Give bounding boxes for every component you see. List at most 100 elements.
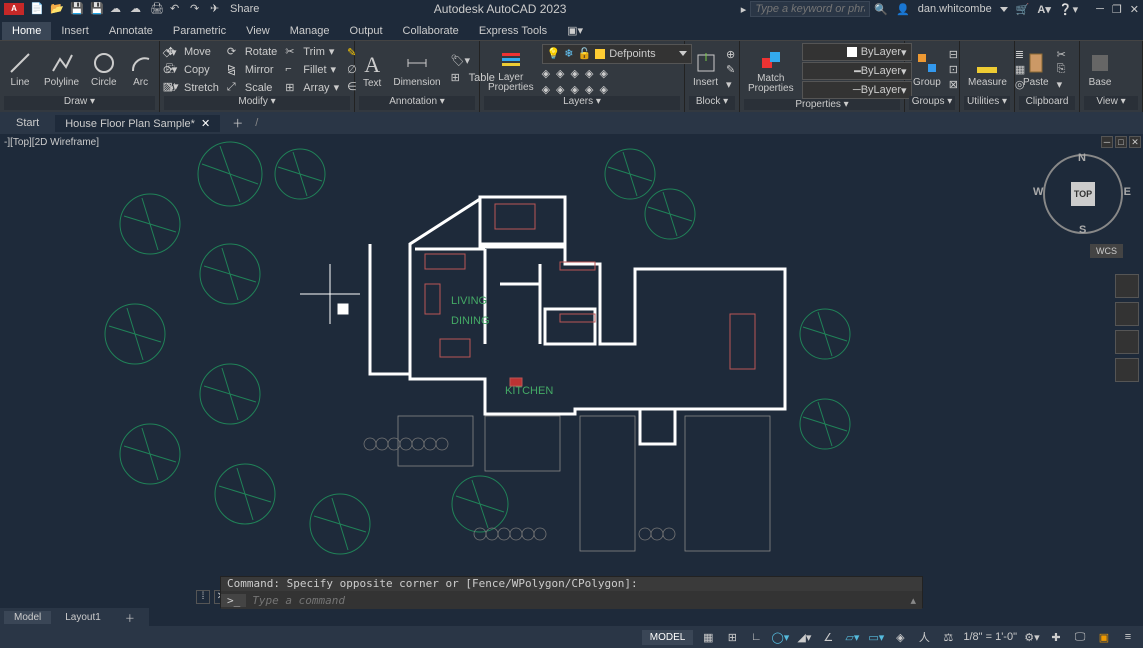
panel-block-label[interactable]: Block ▾	[689, 96, 735, 110]
trim-button[interactable]: ✂Trim ▾	[283, 44, 341, 60]
tab-insert[interactable]: Insert	[51, 22, 99, 40]
save-icon[interactable]: 💾	[70, 2, 84, 16]
fillet-button[interactable]: ⌐Fillet ▾	[283, 62, 341, 78]
layer-tool-icon[interactable]: ◈	[542, 67, 550, 80]
share-plane-icon[interactable]: ✈	[210, 2, 224, 16]
search-icon[interactable]: 🔍	[874, 3, 888, 16]
wcs-badge[interactable]: WCS	[1090, 244, 1123, 258]
status-scale[interactable]: 1/8" = 1'-0"	[963, 631, 1017, 643]
restore-icon[interactable]: ❐	[1112, 3, 1122, 16]
edit-block-icon[interactable]: ✎	[726, 63, 735, 76]
dimension-button[interactable]: Dimension	[389, 49, 444, 90]
stretch-button[interactable]: ⇲Stretch	[164, 80, 221, 96]
status-ortho-icon[interactable]: ∟	[747, 628, 765, 646]
drawing-viewport[interactable]: -][Top][2D Wireframe] ─ □ ✕	[0, 134, 1143, 579]
nav-pan-icon[interactable]	[1115, 302, 1139, 326]
panel-annotation-label[interactable]: Annotation ▾	[359, 96, 475, 110]
tab-featured-icon[interactable]: ▣▾	[557, 21, 593, 40]
move-button[interactable]: ✥Move	[164, 44, 221, 60]
new-layout-button[interactable]: ＋	[115, 609, 145, 626]
layer-tool-icon[interactable]: ◈	[542, 83, 550, 96]
cloud-save-icon[interactable]: ☁	[130, 2, 144, 16]
tab-view[interactable]: View	[236, 22, 280, 40]
text-button[interactable]: AText	[359, 48, 385, 91]
panel-groups-label[interactable]: Groups ▾	[909, 96, 955, 110]
panel-modify-label[interactable]: Modify ▾	[164, 96, 350, 110]
drawing-tab[interactable]: House Floor Plan Sample* ✕	[55, 115, 220, 132]
user-icon[interactable]: 👤	[896, 3, 910, 16]
base-view-button[interactable]: Base	[1084, 49, 1116, 90]
polyline-button[interactable]: Polyline	[40, 49, 83, 90]
start-tab[interactable]: Start	[6, 115, 49, 131]
tab-output[interactable]: Output	[340, 22, 393, 40]
insert-block-button[interactable]: Insert	[689, 49, 722, 90]
status-transparency-icon[interactable]: ◈	[891, 628, 909, 646]
undo-icon[interactable]: ↶	[170, 2, 184, 16]
tab-expresstools[interactable]: Express Tools	[469, 22, 557, 40]
viewcube-e[interactable]: E	[1124, 186, 1131, 198]
print-icon[interactable]: 🖨	[150, 2, 164, 16]
layer-tool-icon[interactable]: ◈	[585, 83, 593, 96]
group-select-icon[interactable]: ⊠	[949, 78, 958, 91]
status-osnap-icon[interactable]: ∠	[819, 628, 837, 646]
linetype-bylayer-dropdown[interactable]: ─ ByLayer▾	[802, 81, 912, 99]
tab-annotate[interactable]: Annotate	[99, 22, 163, 40]
cmd-grip-icon[interactable]: ⁞	[196, 590, 210, 604]
paste-button[interactable]: Paste	[1019, 49, 1053, 90]
panel-draw-label[interactable]: Draw ▾	[4, 96, 155, 110]
username[interactable]: dan.whitcombe	[918, 3, 992, 15]
create-block-icon[interactable]: ⊕	[726, 48, 735, 61]
search-input[interactable]	[750, 1, 870, 17]
command-history-arrow-icon[interactable]: ▴	[904, 594, 922, 607]
help-icon[interactable]: ❔▾	[1059, 3, 1078, 16]
model-tab[interactable]: Model	[4, 611, 51, 624]
paste-special-icon[interactable]: ▾	[1057, 78, 1066, 91]
status-annoscale-icon[interactable]: ⚖	[939, 628, 957, 646]
status-polar-icon[interactable]: ◯▾	[771, 628, 789, 646]
circle-button[interactable]: Circle	[87, 49, 121, 90]
viewcube[interactable]: TOP N S E W	[1043, 154, 1123, 234]
measure-button[interactable]: Measure	[964, 49, 1011, 90]
user-dropdown-icon[interactable]	[1000, 7, 1008, 12]
copy-clip-icon[interactable]: ⎘	[1057, 63, 1066, 76]
panel-view-label[interactable]: View ▾	[1084, 96, 1138, 110]
panel-layers-label[interactable]: Layers ▾	[484, 96, 680, 110]
cut-icon[interactable]: ✂	[1057, 48, 1066, 61]
autodesk-menu-icon[interactable]: A▾	[1037, 3, 1050, 16]
scale-button[interactable]: ⤢Scale	[225, 80, 279, 96]
cart-icon[interactable]: 🛒	[1016, 3, 1030, 16]
app-logo[interactable]: A	[4, 3, 24, 15]
ungroup-icon[interactable]: ⊟	[949, 48, 958, 61]
status-isodraft-icon[interactable]: ◢▾	[795, 628, 813, 646]
status-otrack-icon[interactable]: ▱▾	[843, 628, 861, 646]
status-model[interactable]: MODEL	[642, 630, 694, 645]
command-line[interactable]: Command: Specify opposite corner or [Fen…	[220, 576, 923, 608]
group-button[interactable]: Group	[909, 49, 945, 90]
share-button[interactable]: Share	[230, 3, 259, 15]
status-anno-icon[interactable]: 人	[915, 628, 933, 646]
layout1-tab[interactable]: Layout1	[55, 611, 111, 624]
viewcube-s[interactable]: S	[1079, 224, 1086, 236]
close-icon[interactable]: ✕	[1130, 3, 1139, 16]
layer-properties-button[interactable]: Layer Properties	[484, 45, 538, 95]
status-customize-icon[interactable]: ≡	[1119, 628, 1137, 646]
layer-tool-icon[interactable]: ◈	[599, 83, 607, 96]
cloud-open-icon[interactable]: ☁	[110, 2, 124, 16]
nav-wheel-icon[interactable]	[1115, 274, 1139, 298]
command-input[interactable]	[246, 594, 904, 607]
layer-tool-icon[interactable]: ◈	[599, 67, 607, 80]
panel-clipboard-label[interactable]: Clipboard	[1019, 96, 1075, 110]
nav-orbit-icon[interactable]	[1115, 358, 1139, 382]
panel-properties-label[interactable]: Properties ▾	[744, 99, 900, 110]
color-bylayer-dropdown[interactable]: ByLayer▾	[802, 43, 912, 61]
viewcube-top[interactable]: TOP	[1071, 182, 1095, 206]
tab-manage[interactable]: Manage	[280, 22, 340, 40]
block-attr-icon[interactable]: ▾	[726, 78, 735, 91]
status-gear-icon[interactable]: ⚙▾	[1023, 628, 1041, 646]
tab-collaborate[interactable]: Collaborate	[393, 22, 469, 40]
search-arrow-icon[interactable]: ▸	[741, 3, 747, 16]
match-properties-button[interactable]: Match Properties	[744, 46, 798, 96]
line-button[interactable]: Line	[4, 49, 36, 90]
minimize-icon[interactable]: ─	[1096, 3, 1104, 15]
tab-home[interactable]: Home	[2, 22, 51, 40]
